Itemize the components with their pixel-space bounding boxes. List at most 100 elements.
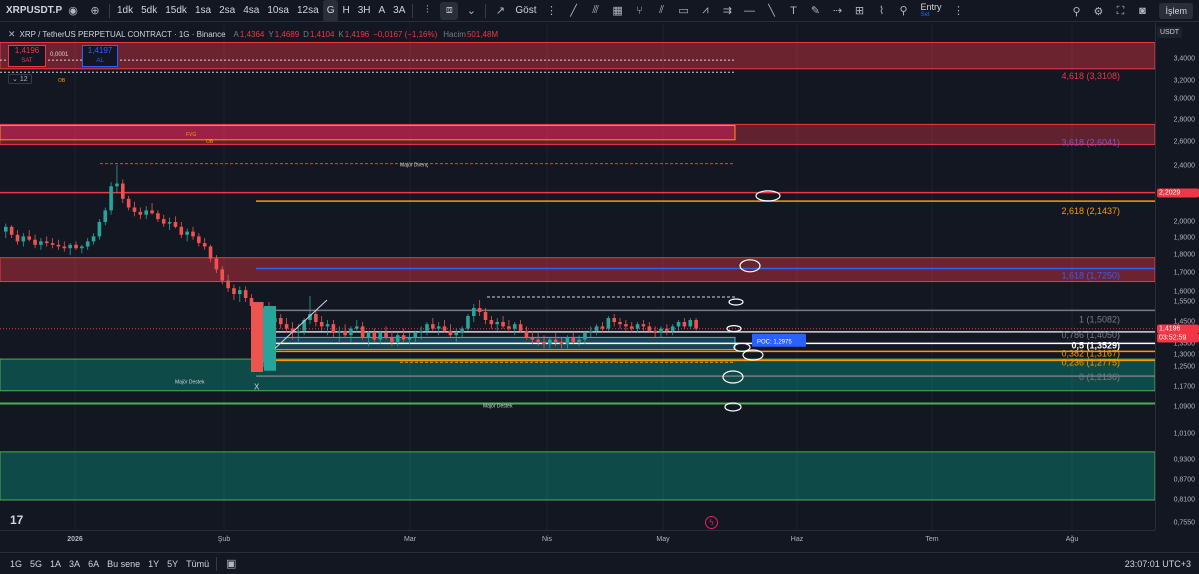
more-icon[interactable]: ⋮	[543, 2, 561, 20]
interval-7[interactable]: 10sa	[263, 0, 293, 22]
time-axis[interactable]: 2026 Şub Mar Nis May Haz Tem Ağu	[0, 530, 1155, 550]
fullscreen-icon[interactable]: ⛶	[1111, 2, 1129, 20]
compare-icon[interactable]: ◉	[64, 2, 82, 20]
chart-pane[interactable]: 4,618 (3,3108) 3,618 (2,6041) 2,618 (2,143…	[0, 23, 1155, 530]
indicators-button[interactable]: Göst	[511, 0, 540, 22]
interval-13[interactable]: 3A	[389, 0, 409, 22]
gann-icon[interactable]: ⫻	[587, 2, 605, 20]
calendar-icon[interactable]: ▣	[222, 555, 240, 573]
interval-2[interactable]: 5dk	[137, 0, 161, 22]
range-5[interactable]: 6A	[84, 559, 103, 569]
buy-button[interactable]: 1,4197 AL	[82, 45, 118, 67]
price-tick: 2,8000	[1173, 116, 1195, 124]
interval-12[interactable]: A	[375, 0, 390, 22]
candle-body	[238, 290, 242, 294]
candle-body	[226, 280, 230, 289]
interval-10[interactable]: H	[338, 0, 353, 22]
sell-price: 1,4196	[14, 46, 40, 55]
candle-body	[232, 288, 236, 294]
bar-countdown: 03:52:59	[1157, 333, 1199, 343]
range-9[interactable]: Tümü	[182, 559, 213, 569]
fib-label: 0,786 (1,4050)	[1061, 330, 1120, 340]
candle-body	[530, 337, 535, 340]
candle-body	[85, 241, 90, 247]
fib-label: 4,618 (3,3108)	[1061, 71, 1120, 81]
interval-6[interactable]: 4sa	[239, 0, 263, 22]
candle-style-icon[interactable]: ⧈	[440, 1, 459, 20]
candle-body	[243, 290, 248, 298]
range-3[interactable]: 1A	[46, 559, 65, 569]
currency-label[interactable]: USDT	[1157, 27, 1183, 38]
range-1[interactable]: 1G	[6, 559, 26, 569]
pattern-icon[interactable]: ⌇	[873, 2, 891, 20]
range-6[interactable]: Bu sene	[103, 559, 144, 569]
trend-line-icon[interactable]: ╱	[565, 2, 583, 20]
price-chart[interactable]: 4,618 (3,3108) 3,618 (2,6041) 2,618 (2,143…	[0, 23, 1155, 530]
publish-button[interactable]: İşlem	[1159, 3, 1193, 19]
range-8[interactable]: 5Y	[163, 559, 182, 569]
candle-body	[536, 339, 540, 342]
legend-volume: 501,48M	[466, 30, 499, 39]
text-icon[interactable]: T	[785, 2, 803, 20]
grid-icon[interactable]: ▦	[609, 2, 627, 20]
fork-icon[interactable]: ⑂	[631, 2, 649, 20]
x-marker: X	[254, 383, 260, 392]
candle-body	[214, 258, 219, 270]
ob-label: OB	[206, 139, 214, 145]
entry-tool[interactable]: Entry Set	[915, 2, 948, 19]
range-2[interactable]: 5G	[26, 559, 46, 569]
range-7[interactable]: 1Y	[144, 559, 163, 569]
interval-9[interactable]: G	[322, 0, 339, 22]
sell-button[interactable]: 1,4196 SAT	[8, 45, 46, 67]
table-icon[interactable]: ⊞	[851, 2, 869, 20]
pin-icon[interactable]: ⚲	[895, 2, 913, 20]
range-4[interactable]: 3A	[65, 559, 84, 569]
fib-label: 2,618 (2,1437)	[1061, 206, 1120, 216]
arrows-icon[interactable]: ⇉	[719, 2, 737, 20]
close-icon[interactable]: ✕	[8, 29, 16, 40]
interval-5[interactable]: 2sa	[215, 0, 239, 22]
candle-body	[366, 333, 371, 338]
fvg-label: FVG	[186, 132, 196, 138]
interval-8[interactable]: 12sa	[293, 0, 323, 22]
price-tick: 3,4000	[1173, 55, 1195, 63]
candle-body	[372, 333, 377, 340]
candle-body	[296, 330, 301, 333]
indicators-icon[interactable]: ↗	[491, 2, 509, 20]
search-icon[interactable]: ⚲	[1067, 2, 1085, 20]
candle-body	[80, 246, 84, 249]
add-symbol-icon[interactable]: ⊕	[86, 2, 104, 20]
rectangle-icon[interactable]: ▭	[675, 2, 693, 20]
horizontal-line-icon[interactable]: —	[741, 2, 759, 20]
interval-11[interactable]: 3H	[354, 0, 375, 22]
price-tick: 1,3000	[1173, 351, 1195, 359]
interval-1[interactable]: 1dk	[113, 0, 137, 22]
candle-body	[583, 333, 587, 340]
parallel-channel-icon[interactable]: ⫽	[653, 2, 671, 20]
candle-body	[407, 337, 412, 340]
projection-icon[interactable]: ⇢	[829, 2, 847, 20]
price-axis[interactable]: 3,4000 3,2000 3,0000 2,8000 2,6000 2,4000 2,20…	[1155, 23, 1199, 530]
poc-tag: POC: 1,2975	[757, 340, 792, 346]
legend-close-key: K	[338, 30, 344, 39]
candle-body	[553, 339, 558, 342]
zigzag-icon[interactable]: ⩘	[697, 2, 715, 20]
range-list: 1G 5G 1A 3A 6A Bu sene 1Y 5Y Tümü	[0, 559, 213, 569]
interval-3[interactable]: 15dk	[161, 0, 191, 22]
gear-icon[interactable]: ⚙	[1089, 2, 1107, 20]
ray-icon[interactable]: ╲	[763, 2, 781, 20]
indicator-count-toggle[interactable]: ⌄ 12	[8, 74, 32, 84]
camera-icon[interactable]: ◙	[1133, 2, 1151, 20]
more-vertical-icon[interactable]: ⋮	[950, 2, 968, 20]
clock[interactable]: 23:07:01 UTC+3	[1125, 559, 1191, 569]
brush-icon[interactable]: ✎	[807, 2, 825, 20]
chevron-down-icon[interactable]: ⌄	[462, 2, 480, 20]
fib-label: 1 (1,5082)	[1079, 314, 1120, 324]
candle-body	[542, 341, 546, 344]
bar-style-icon[interactable]: ⫶	[418, 2, 436, 20]
candle-body	[173, 222, 178, 227]
support-line	[0, 402, 1155, 405]
lightning-icon[interactable]: ϟ	[705, 516, 718, 529]
symbol-search[interactable]: XRPUSDT.P	[0, 0, 62, 22]
interval-4[interactable]: 1sa	[191, 0, 215, 22]
